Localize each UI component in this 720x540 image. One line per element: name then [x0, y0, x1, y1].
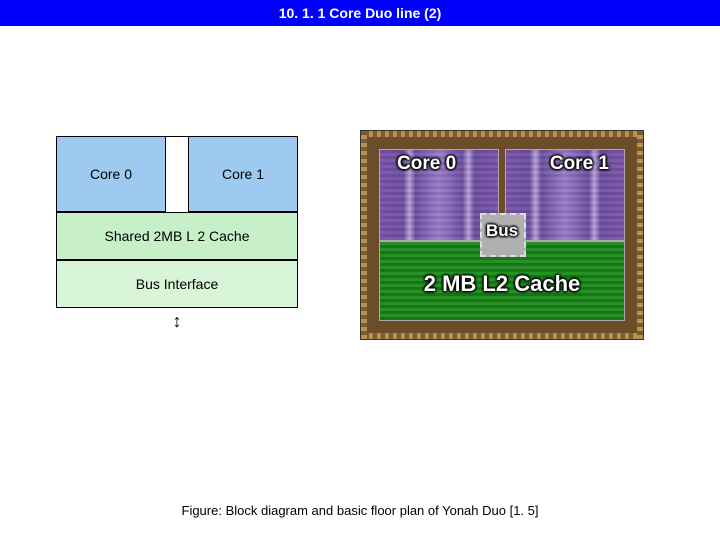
- core1-label: Core 1: [222, 166, 264, 182]
- figure-caption-text: Figure: Block diagram and basic floor pl…: [182, 503, 539, 518]
- die-core0-label: Core 0: [397, 153, 456, 175]
- slide-header: 10. 1. 1 Core Duo line (2): [0, 0, 720, 26]
- core0-box: Core 0: [56, 136, 166, 212]
- die-photo: Core 0 Core 1 Bus 2 MB L2 Cache: [360, 130, 644, 340]
- core-gap: [166, 136, 188, 212]
- l2-cache-label: Shared 2MB L 2 Cache: [104, 228, 249, 244]
- bus-arrow-glyph: ↕: [173, 311, 182, 331]
- l2-cache-box: Shared 2MB L 2 Cache: [56, 212, 298, 260]
- slide-title: 10. 1. 1 Core Duo line (2): [279, 5, 442, 21]
- die-cache-label: 2 MB L2 Cache: [367, 271, 637, 297]
- die-bus-label: Bus: [486, 221, 518, 241]
- block-diagram: Core 0 Core 1 Shared 2MB L 2 Cache Bus I…: [56, 136, 298, 332]
- bus-arrow-icon: ↕: [56, 310, 298, 332]
- core-row: Core 0 Core 1: [56, 136, 298, 212]
- slide-content: Core 0 Core 1 Shared 2MB L 2 Cache Bus I…: [0, 26, 720, 496]
- core0-label: Core 0: [90, 166, 132, 182]
- bus-interface-label: Bus Interface: [136, 276, 219, 292]
- figure-caption: Figure: Block diagram and basic floor pl…: [0, 503, 720, 518]
- core1-box: Core 1: [188, 136, 298, 212]
- die-edge-right: [637, 131, 643, 339]
- bus-interface-box: Bus Interface: [56, 260, 298, 308]
- die-edge-bottom: [361, 333, 643, 339]
- die-core1-label: Core 1: [550, 153, 609, 175]
- die-inner: Core 0 Core 1 Bus 2 MB L2 Cache: [367, 137, 637, 333]
